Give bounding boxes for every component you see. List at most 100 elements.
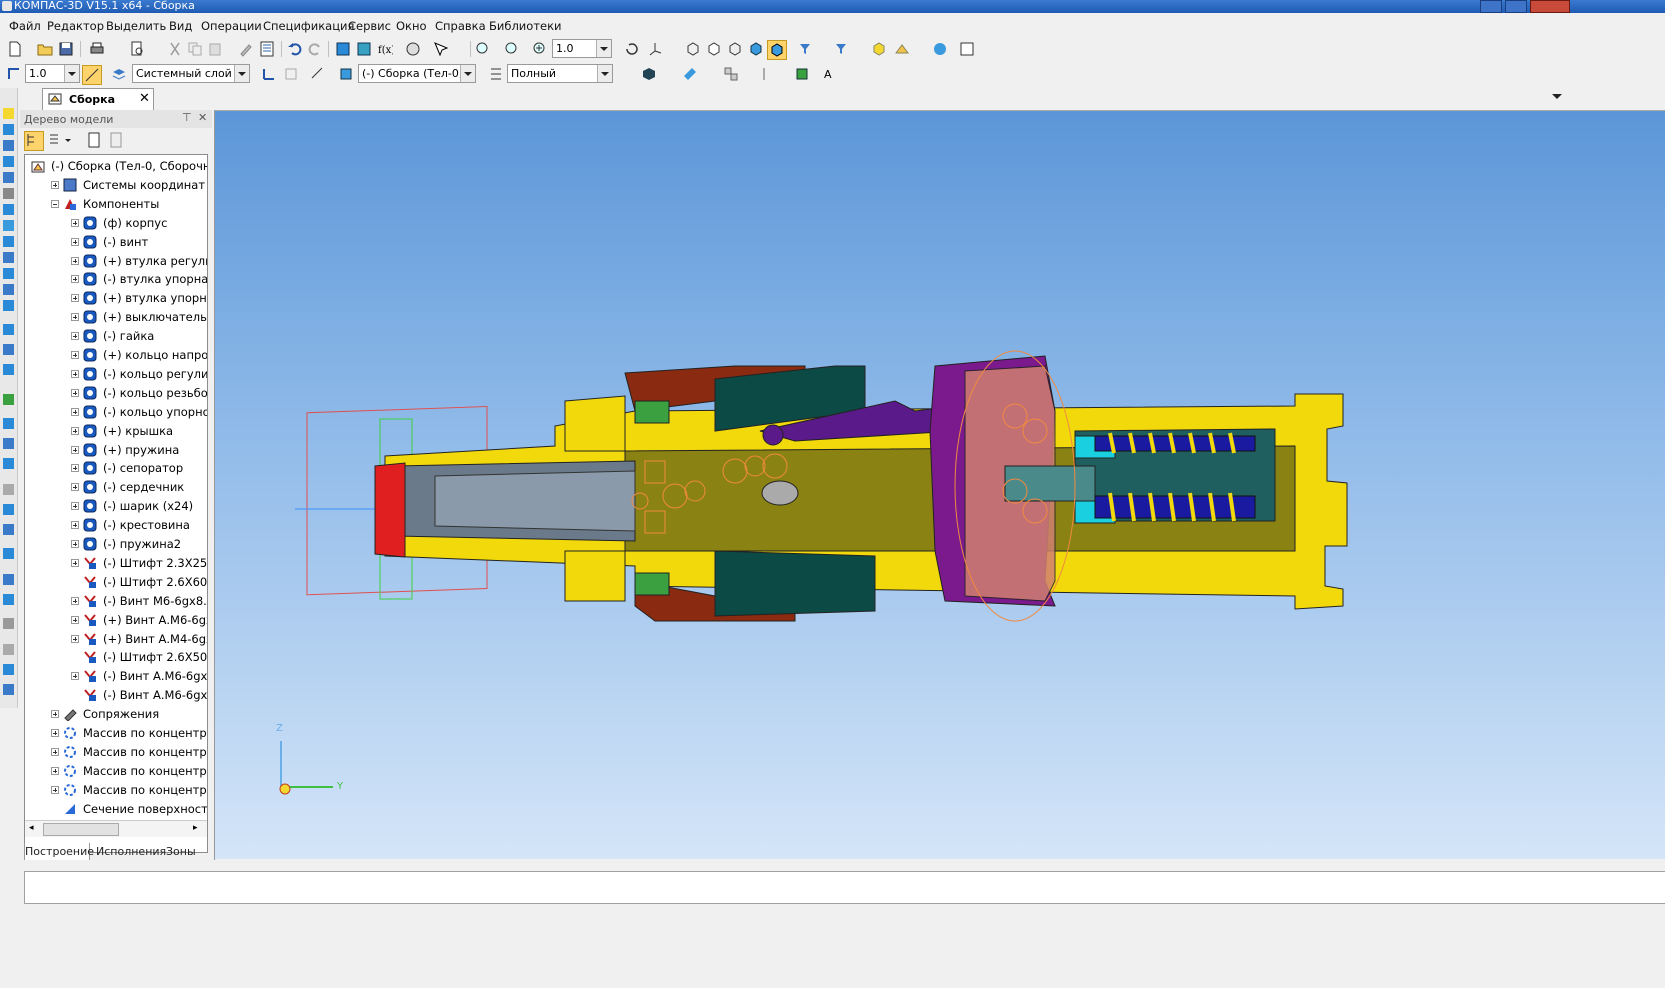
tree-component[interactable]: (-) Винт М6-6gх8.14Н	[25, 592, 207, 611]
library-manager-button[interactable]	[355, 40, 373, 58]
plane-button[interactable]	[309, 65, 327, 83]
wireframe-button[interactable]	[684, 40, 702, 58]
tree-mates[interactable]: Сопряжения	[25, 705, 207, 724]
layer-button[interactable]	[110, 65, 128, 83]
perspective-button[interactable]	[640, 65, 658, 83]
compact-toolbar-icons[interactable]	[0, 88, 17, 708]
zoom-combo[interactable]: 1.0	[552, 39, 612, 58]
expand-icon[interactable]	[71, 464, 79, 473]
expand-icon[interactable]	[71, 275, 79, 284]
tree-array[interactable]: Массив по концентриче	[25, 724, 207, 743]
tree-sort-button[interactable]	[24, 131, 44, 151]
paste-button[interactable]	[206, 40, 224, 58]
menu-select[interactable]: Выделить	[106, 19, 166, 33]
scroll-right-icon[interactable]: ▸	[193, 823, 198, 833]
close-button[interactable]	[1530, 0, 1570, 13]
expand-icon[interactable]	[71, 634, 79, 643]
tree-component[interactable]: (-) Штифт 2.6Х60 ГОС	[25, 573, 207, 592]
zoom-window-button[interactable]	[474, 40, 492, 58]
orient-button[interactable]	[282, 65, 300, 83]
thin-lines-button[interactable]	[726, 40, 744, 58]
expand-icon[interactable]	[71, 237, 79, 246]
part-select-button[interactable]	[337, 65, 355, 83]
zoom-in-button[interactable]	[531, 40, 549, 58]
menu-help[interactable]: Справка	[435, 19, 486, 33]
step-combo[interactable]: 1.0	[25, 64, 80, 83]
tree-view-button[interactable]	[334, 40, 352, 58]
menu-operations[interactable]: Операции	[201, 19, 262, 33]
tree-component[interactable]: (ф) корпус	[25, 214, 207, 233]
tab-list-arrow-icon[interactable]	[1552, 94, 1562, 99]
tree-component[interactable]: (-) кольцо упорное	[25, 403, 207, 422]
tree-component[interactable]: (+) пружина	[25, 441, 207, 460]
viewport-3d[interactable]: Z Y	[215, 111, 1665, 859]
tree-component[interactable]: (-) сепоратор	[25, 459, 207, 478]
state-button[interactable]	[487, 65, 505, 83]
expand-icon[interactable]	[71, 256, 79, 265]
array-button[interactable]	[722, 65, 740, 83]
tree-component[interactable]: (+) втулка регулиров	[25, 252, 207, 271]
tree-component[interactable]: (-) Винт А.М6-6gх6.14	[25, 667, 207, 686]
expand-icon[interactable]	[71, 407, 79, 416]
tree-component[interactable]: (-) Штифт 2.6Х50 ГОС	[25, 648, 207, 667]
expand-icon[interactable]	[71, 369, 79, 378]
expand-icon[interactable]	[51, 729, 59, 737]
tree-component[interactable]: (-) винт	[25, 233, 207, 252]
expand-icon[interactable]	[71, 672, 79, 681]
tab-assembly[interactable]: Сборка ✕	[42, 88, 154, 110]
maximize-button[interactable]	[1505, 0, 1527, 13]
mode-combo[interactable]: Полный	[507, 64, 613, 83]
preview-button[interactable]	[128, 40, 146, 58]
menu-libraries[interactable]: Библиотеки	[489, 19, 562, 33]
tree-section[interactable]: Сечение поверхностью:1	[25, 800, 207, 819]
tree-props-button[interactable]	[108, 132, 124, 148]
tree-components[interactable]: Компоненты	[25, 195, 207, 214]
new-file-button[interactable]	[6, 40, 24, 58]
expand-icon[interactable]	[71, 615, 79, 624]
print-button[interactable]	[88, 40, 106, 58]
tab-zones[interactable]: Зоны	[166, 843, 196, 860]
tree-component[interactable]: (-) кольцо регулиров	[25, 365, 207, 384]
tree-scrollbar[interactable]: ◂ ▸	[25, 820, 207, 837]
pin-icon[interactable]: ⊤	[182, 111, 192, 124]
command-line[interactable]	[24, 871, 1665, 904]
open-file-button[interactable]	[36, 40, 54, 58]
tree-component[interactable]: (-) Винт А.М6-6gх10.1	[25, 686, 207, 705]
tree-component[interactable]: (+) кольцо напровля	[25, 346, 207, 365]
tree-component[interactable]: (-) кольцо резьбовое	[25, 384, 207, 403]
expand-icon[interactable]	[71, 218, 79, 227]
undo-button[interactable]	[286, 40, 304, 58]
expand-icon[interactable]	[71, 351, 79, 359]
menu-editor[interactable]: Редактор	[47, 19, 104, 33]
minimize-button[interactable]	[1480, 0, 1502, 13]
variables-button[interactable]: f(x)	[376, 40, 394, 58]
tree-component[interactable]: (-) сердечник	[25, 478, 207, 497]
hidden-lines-button[interactable]	[705, 40, 723, 58]
manager-button[interactable]	[258, 40, 276, 58]
expand-icon[interactable]	[71, 483, 79, 492]
expand-icon[interactable]	[71, 426, 79, 435]
close-tab-icon[interactable]: ✕	[139, 91, 150, 106]
tree-component[interactable]: (-) гайка	[25, 327, 207, 346]
tree-component[interactable]: (+) Винт А.М4-6gх13.	[25, 630, 207, 649]
tree-array[interactable]: Массив по концентриче	[25, 743, 207, 762]
save-button[interactable]	[57, 40, 75, 58]
expand-icon[interactable]	[71, 445, 79, 454]
rotate-button[interactable]	[623, 40, 641, 58]
expand-icon[interactable]	[51, 747, 59, 756]
scroll-thumb[interactable]	[43, 823, 119, 836]
mirror-button[interactable]	[755, 65, 773, 83]
expand-icon[interactable]	[71, 521, 79, 530]
tree-component[interactable]: (-) втулка упорная	[25, 270, 207, 289]
tree-array[interactable]: Массив по концентриче	[25, 781, 207, 800]
expand-icon[interactable]	[71, 596, 79, 605]
text-button[interactable]: A	[822, 65, 840, 83]
expand-icon[interactable]	[71, 540, 79, 548]
redo-button[interactable]	[306, 40, 324, 58]
properties-button[interactable]	[237, 40, 255, 58]
menu-file[interactable]: Файл	[9, 19, 41, 33]
tree-component[interactable]: (+) крышка	[25, 422, 207, 441]
part-combo[interactable]: (-) Сборка (Тел-0, С	[358, 64, 476, 83]
expand-icon[interactable]	[51, 710, 59, 719]
section-button[interactable]	[681, 65, 699, 83]
